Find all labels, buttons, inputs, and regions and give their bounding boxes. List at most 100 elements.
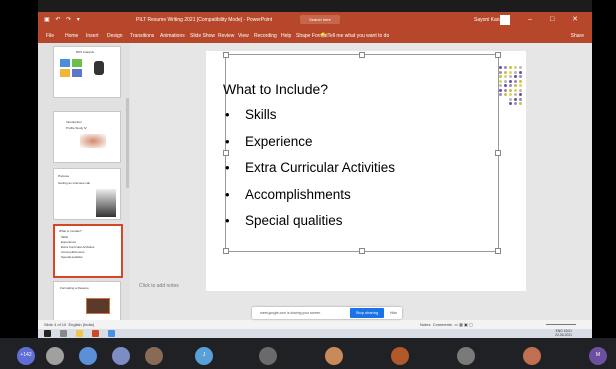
notes-pane[interactable]: Click to add notes <box>130 277 592 297</box>
thumbnail-line: Extra Curricular Activities <box>61 245 95 249</box>
slide-counter: Slide 4 of 10 <box>44 322 67 327</box>
participant-avatar[interactable] <box>391 347 409 365</box>
pattern-dot <box>499 79 502 83</box>
thumbnail-scrollbar[interactable] <box>126 98 129 188</box>
pattern-dot <box>509 102 512 105</box>
thumbnail-image <box>86 298 110 314</box>
tab-animations[interactable]: Animations <box>160 33 185 39</box>
view-buttons[interactable]: ▭ ▦ ▣ ▢ <box>454 322 472 327</box>
bullet-item[interactable]: Extra Curricular Activities <box>225 160 395 187</box>
date-label: 22-06-2021 <box>555 332 572 337</box>
screen-share-banner: meet.google.com is sharing your screen. … <box>252 307 402 319</box>
thumbnail-slide-2[interactable]: Introduction Profile Study IV <box>53 111 121 163</box>
tab-recording[interactable]: Recording <box>254 33 277 39</box>
pattern-dot <box>509 79 512 83</box>
resize-handle[interactable] <box>495 52 501 58</box>
window-controls[interactable]: – □ ✕ <box>528 15 586 23</box>
tab-insert[interactable]: Insert <box>86 33 99 39</box>
tab-transitions[interactable]: Transitions <box>130 33 154 39</box>
pattern-dot <box>499 75 502 78</box>
pattern-dot <box>514 66 517 69</box>
current-slide[interactable]: What to Include? Skills Experience Extra… <box>206 51 526 291</box>
participant-avatar[interactable] <box>325 347 343 365</box>
participant-avatar[interactable] <box>46 347 64 365</box>
thumbnail-slide-3[interactable]: Purpose Getting an interview call <box>53 168 121 220</box>
powerpoint-icon[interactable] <box>92 330 99 337</box>
resize-handle[interactable] <box>223 248 229 254</box>
slide-title[interactable]: What to Include? <box>223 81 328 97</box>
participant-initials: J <box>202 352 206 358</box>
resize-handle[interactable] <box>359 52 365 58</box>
participant-avatar[interactable]: +142 <box>17 347 35 365</box>
pattern-dot <box>504 88 507 92</box>
folder-icon[interactable] <box>76 330 83 337</box>
zoom-slider[interactable] <box>546 324 576 325</box>
resize-handle[interactable] <box>223 52 229 58</box>
pattern-dot <box>514 88 517 92</box>
tell-me-label: Tell me what you want to do <box>327 33 390 39</box>
bullet-item[interactable]: Experience <box>225 134 395 161</box>
people-icon <box>94 61 104 75</box>
participant-avatar[interactable] <box>523 347 541 365</box>
thumbnail-image <box>96 189 116 217</box>
resize-handle[interactable] <box>495 150 501 156</box>
share-message: meet.google.com is sharing your screen. <box>260 311 322 315</box>
participant-avatar[interactable]: J <box>195 347 213 365</box>
thumbnail-shape <box>72 59 82 67</box>
tab-slide-show[interactable]: Slide Show <box>190 33 215 39</box>
start-icon[interactable] <box>44 330 51 337</box>
pattern-dot <box>504 66 507 69</box>
tab-design[interactable]: Design <box>107 33 123 39</box>
participant-avatar[interactable] <box>457 347 475 365</box>
status-right: Notes Comments ▭ ▦ ▣ ▢ <box>420 322 473 327</box>
thumbnail-line: Skills <box>61 235 69 239</box>
tab-view[interactable]: View <box>238 33 249 39</box>
resize-handle[interactable] <box>495 248 501 254</box>
quick-access-toolbar[interactable]: ▣ ↶ ↷ ▾ <box>44 16 82 23</box>
bullet-item[interactable]: Skills <box>225 107 395 134</box>
screen: ▣ ↶ ↷ ▾ PILT Resume Writing 2021 [Compat… <box>0 0 616 369</box>
tab-review[interactable]: Review <box>218 33 234 39</box>
notes-toggle[interactable]: Notes <box>420 322 430 327</box>
participant-avatar[interactable] <box>112 347 130 365</box>
pattern-dot <box>519 70 522 74</box>
tab-home[interactable]: Home <box>65 33 78 39</box>
participant-avatar[interactable] <box>145 347 163 365</box>
pattern-dot <box>509 75 512 78</box>
stop-sharing-button[interactable]: Stop sharing <box>350 308 384 318</box>
user-avatar[interactable] <box>500 15 510 25</box>
pattern-dot <box>514 93 517 96</box>
share-button[interactable]: Share <box>571 33 584 39</box>
user-name[interactable]: Sayoni Kana <box>474 17 502 23</box>
thumbnail-title: What to Include? <box>59 229 82 233</box>
language-indicator[interactable]: English (India) <box>68 322 94 327</box>
comments-toggle[interactable]: Comments <box>433 322 452 327</box>
pattern-dot <box>509 84 512 87</box>
bullet-item[interactable]: Accomplishments <box>225 187 395 214</box>
participant-avatar[interactable] <box>259 347 277 365</box>
windows-taskbar: ENG 15:01 22-06-2021 <box>38 329 592 338</box>
thumbnail-line: Special qualities <box>61 255 83 259</box>
thumbnail-subtitle: Getting an interview call <box>58 181 90 185</box>
chrome-icon[interactable] <box>108 330 115 337</box>
pattern-dot <box>519 75 522 78</box>
tab-file[interactable]: File <box>46 33 54 39</box>
tell-me-search[interactable]: 💡 Tell me what you want to do <box>320 33 389 39</box>
search-icon[interactable] <box>60 330 67 337</box>
resize-handle[interactable] <box>359 248 365 254</box>
thumbnail-slide-5[interactable]: Formatting a Resume <box>53 281 121 321</box>
pattern-dot <box>504 75 507 78</box>
hide-banner-button[interactable]: Hide <box>390 311 397 315</box>
bullet-list[interactable]: Skills Experience Extra Curricular Activ… <box>225 107 395 240</box>
thumbnail-slide-4[interactable]: What to Include? Skills Experience Extra… <box>53 224 123 278</box>
thumbnail-slide-1[interactable]: RPS Analysis <box>53 46 121 98</box>
bullet-item[interactable]: Special qualities <box>225 213 395 240</box>
participant-avatar[interactable]: M <box>589 347 607 365</box>
thumbnail-title: Purpose <box>58 174 70 178</box>
pattern-dot <box>514 75 517 78</box>
tab-help[interactable]: Help <box>281 33 291 39</box>
taskbar-clock[interactable]: ENG 15:01 22-06-2021 <box>555 329 572 337</box>
participant-avatar[interactable] <box>79 347 97 365</box>
pattern-dot <box>514 70 517 74</box>
title-search-box[interactable]: Search here <box>300 15 340 24</box>
